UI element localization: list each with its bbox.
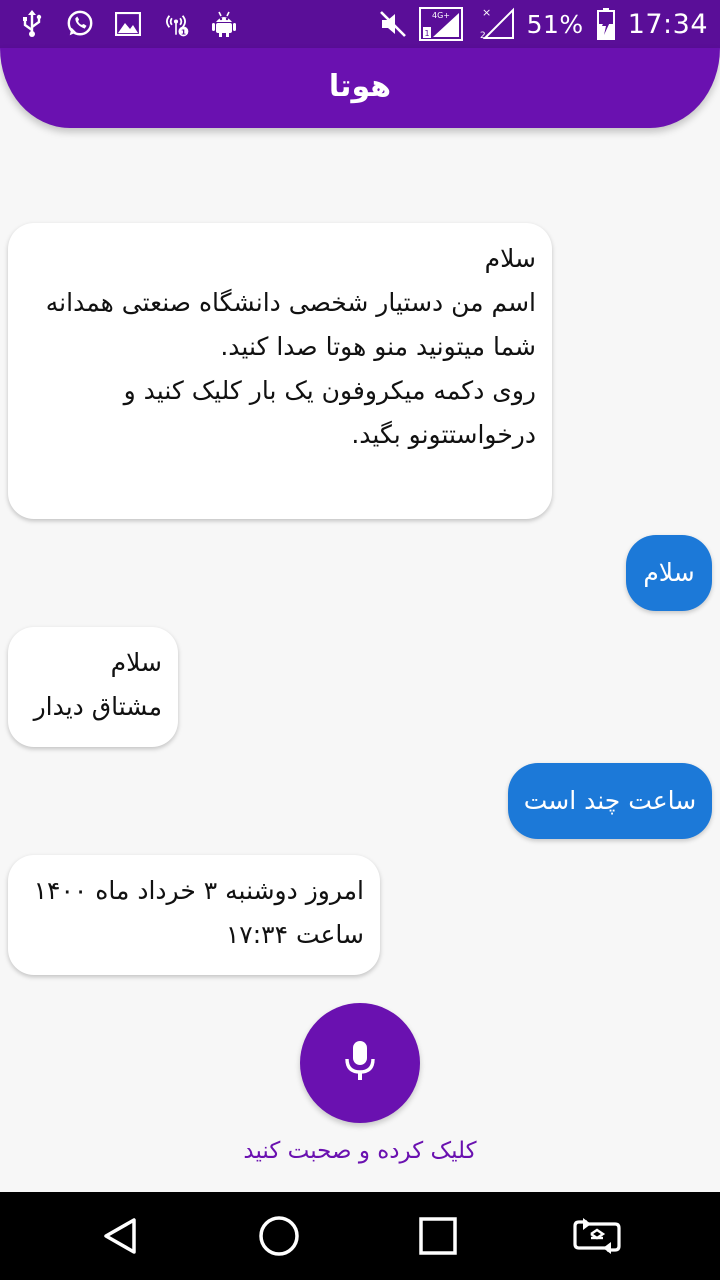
mic-hint-text: کلیک کرده و صحبت کنید [243, 1138, 477, 1164]
app-bar: هوتا [0, 48, 720, 128]
bot-message: سلام مشتاق دیدار [8, 627, 178, 747]
microphone-icon [340, 1039, 380, 1087]
app-title: هوتا [328, 68, 392, 104]
svg-text:2: 2 [480, 31, 486, 41]
recents-icon[interactable] [412, 1210, 464, 1262]
battery-percent: 51% [526, 9, 584, 39]
svg-text:1: 1 [424, 29, 429, 38]
whatsapp-icon [66, 10, 94, 38]
svg-text:4G+: 4G+ [432, 11, 450, 20]
mic-button[interactable] [300, 1003, 420, 1123]
svg-text:1: 1 [181, 28, 186, 37]
back-icon[interactable] [94, 1210, 146, 1262]
signal-4g-icon: 1 4G+ [418, 7, 463, 41]
navigation-bar [0, 1192, 720, 1280]
signal-sim2-icon: × 2 [475, 7, 515, 41]
home-icon[interactable] [253, 1210, 305, 1262]
usb-icon [18, 10, 46, 38]
android-debug-icon [210, 10, 238, 38]
status-bar-left: 1 [18, 6, 238, 42]
bot-message: سلام اسم من دستیار شخصی دانشگاه صنعتی هم… [8, 223, 552, 519]
mute-icon [379, 10, 407, 38]
status-bar: 1 1 4G+ × 2 51% 17:34 [0, 0, 720, 48]
clock: 17:34 [627, 8, 708, 40]
screen-rotate-icon[interactable] [571, 1210, 623, 1262]
image-icon [114, 10, 142, 38]
svg-text:×: × [482, 7, 491, 19]
status-bar-right: 1 4G+ × 2 51% 17:34 [379, 6, 708, 42]
user-message: سلام [626, 535, 712, 611]
bot-message: امروز دوشنبه ۳ خرداد ماه ۱۴۰۰ ساعت ۱۷:۳۴ [8, 855, 380, 975]
user-message: ساعت چند است [508, 763, 712, 839]
hotspot-icon: 1 [162, 10, 190, 38]
battery-icon [596, 8, 616, 40]
